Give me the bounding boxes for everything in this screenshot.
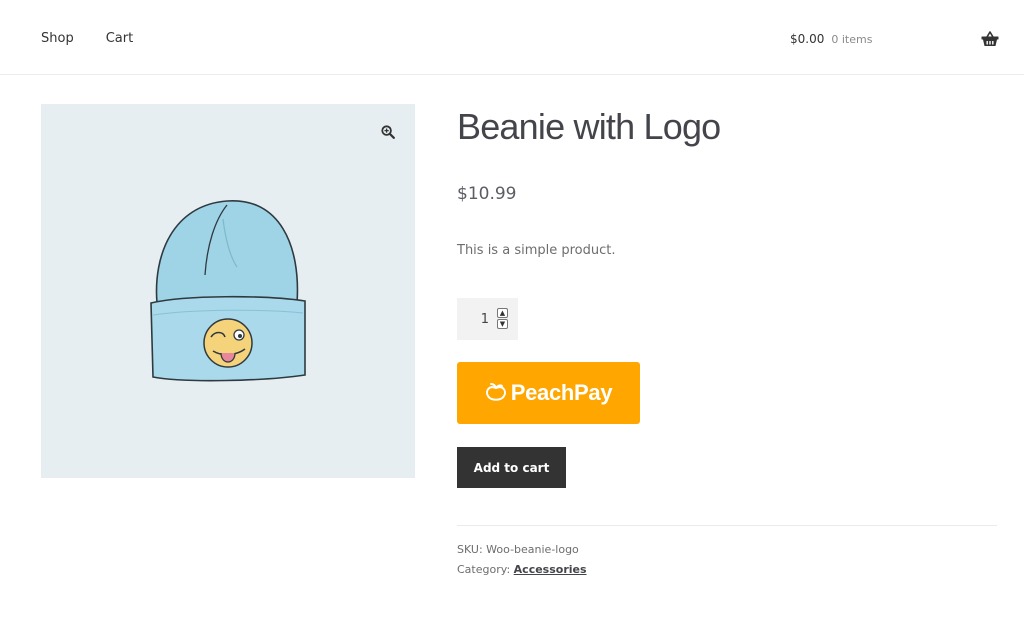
peachpay-button[interactable]: PeachPay [457,362,640,424]
peachpay-label: PeachPay [510,380,613,405]
category-label: Category: [457,563,511,576]
primary-nav: Shop Cart [41,31,165,46]
nav-cart-link[interactable]: Cart [106,31,134,46]
product-title: Beanie with Logo [457,106,721,147]
sku-value: Woo-beanie-logo [486,543,579,556]
nav-shop-link[interactable]: Shop [41,31,74,46]
site-header: Shop Cart $0.00 0 items [0,0,1024,75]
product-description: This is a simple product. [457,243,616,258]
quantity-spinner[interactable]: ▲ ▼ [497,308,508,330]
mini-cart-summary[interactable]: $0.00 0 items [790,32,872,46]
cart-total: $0.00 [790,32,825,46]
beanie-illustration [145,195,315,390]
peach-logo-icon [485,383,506,401]
product-category: Category: Accessories [457,563,587,576]
basket-icon[interactable] [981,31,999,47]
category-link[interactable]: Accessories [514,563,587,576]
cart-item-count: 0 items [831,33,873,46]
product-sku: SKU: Woo-beanie-logo [457,543,579,556]
zoom-icon[interactable] [374,118,402,146]
quantity-stepper[interactable]: 1 ▲ ▼ [457,298,518,340]
quantity-value[interactable]: 1 [457,312,489,327]
spin-down-icon[interactable]: ▼ [497,319,508,329]
add-to-cart-button[interactable]: Add to cart [457,447,566,488]
sku-label: SKU: [457,543,483,556]
product-price: $10.99 [457,184,517,204]
spin-up-icon[interactable]: ▲ [497,308,508,318]
meta-divider [457,525,997,526]
